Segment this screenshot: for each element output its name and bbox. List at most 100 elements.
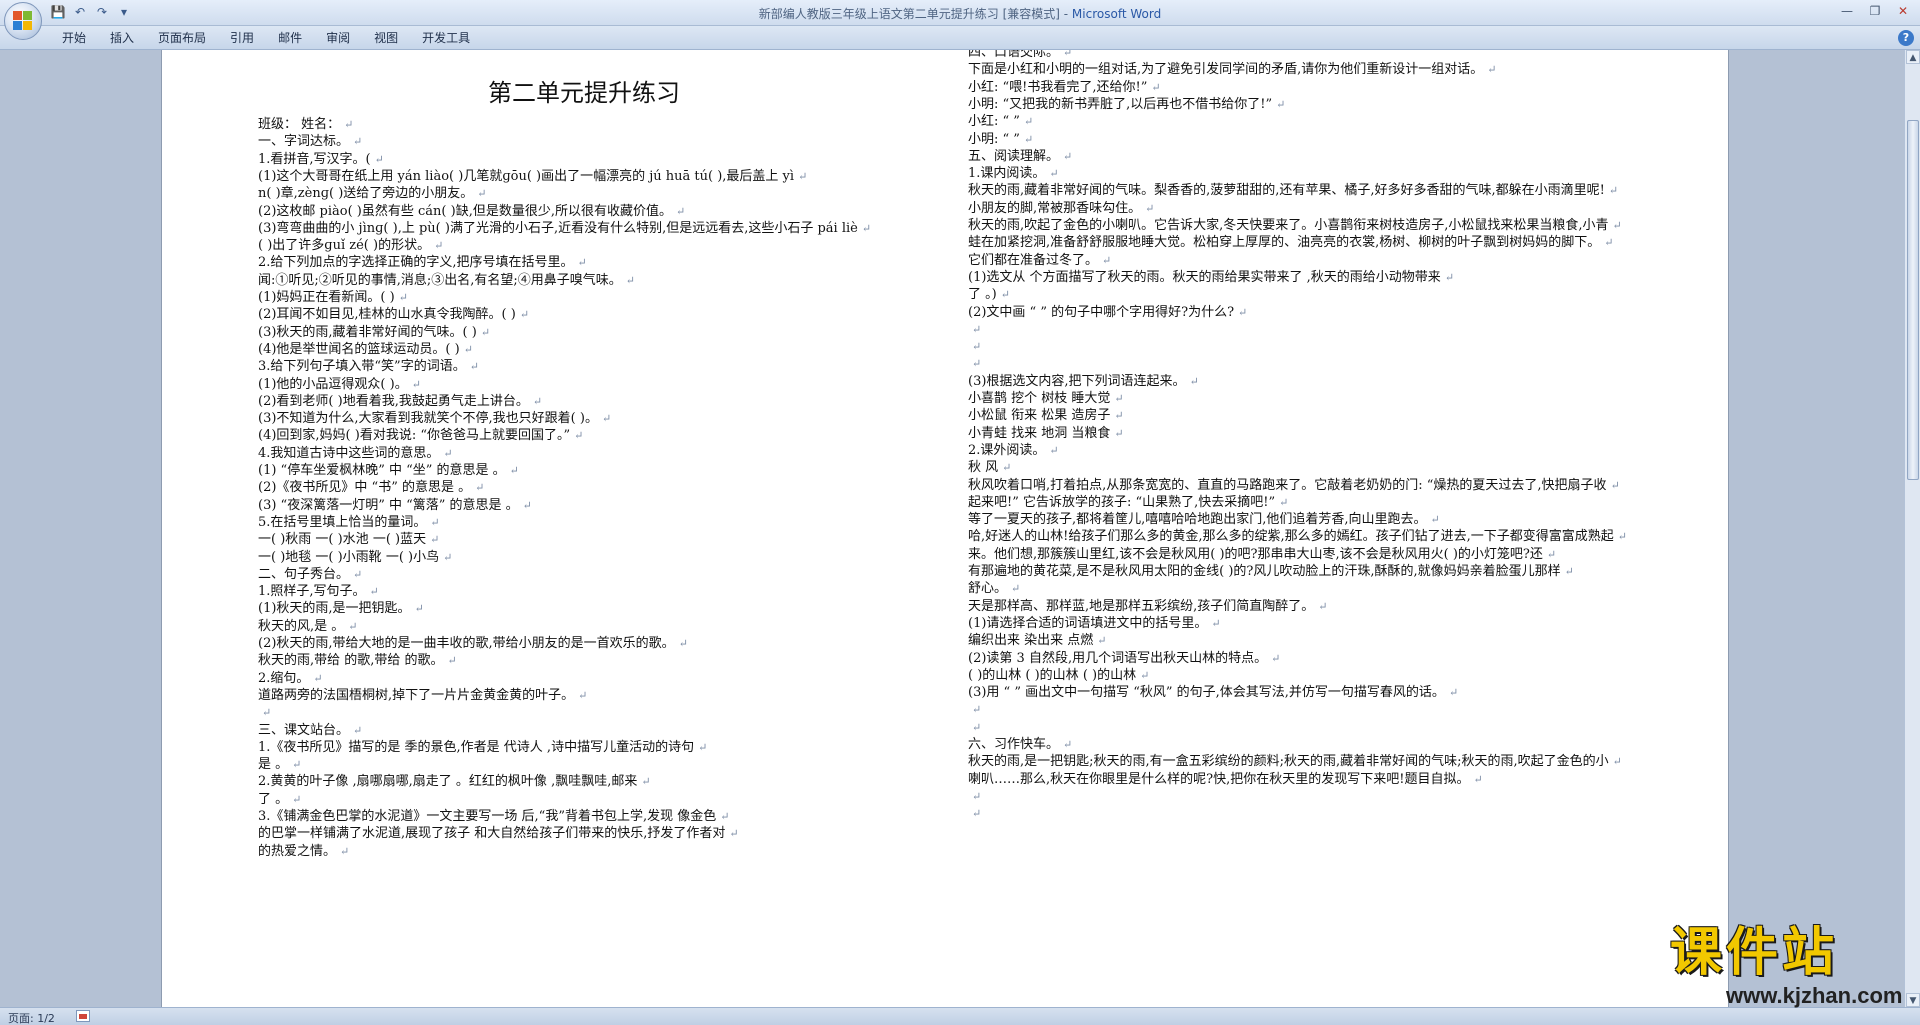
text-line: 小青蛙 找来 地洞 当粮食 ↵ <box>968 425 1124 443</box>
text-line: (2)文中画 “ ” 的句子中哪个字用得好?为什么? ↵ <box>968 304 1247 322</box>
text-line: 5.在括号里填上恰当的量词。 ↵ <box>258 514 440 532</box>
line-text: (4)回到家,妈妈( )看对我说: “你爸爸马上就要回国了。” <box>258 428 571 444</box>
watermark-title: 课件站 <box>1670 923 1839 983</box>
text-line: 小松鼠 衔来 松果 造房子 ↵ <box>968 407 1124 425</box>
paragraph-mark-icon: ↵ <box>1604 236 1614 250</box>
text-line: 五、阅读理解。 ↵ <box>968 148 1072 166</box>
paragraph-mark-icon: ↵ <box>447 654 457 668</box>
paragraph-mark-icon: ↵ <box>463 342 473 356</box>
ribbon-bar: 开始 插入 页面布局 引用 邮件 审阅 视图 开发工具 ? <box>0 26 1920 50</box>
paragraph-mark-icon: ↵ <box>972 789 982 803</box>
line-text: (2)文中画 “ ” 的句子中哪个字用得好?为什么? <box>968 304 1235 320</box>
paragraph-mark-icon: ↵ <box>972 807 982 821</box>
text-line: (1) “停车坐爱枫林晚” 中 “坐” 的意思是 。 ↵ <box>258 462 519 480</box>
document-page[interactable]: 第二单元提升练习 班级： 姓名： ↵ 一、字词达标。 ↵ 1.看拼音,写汉字。(↵ (1)… <box>161 50 1729 1007</box>
proofing-icon[interactable] <box>76 1010 90 1022</box>
line-text: (2)《夜书所见》中 “书” 的意思是 。 <box>258 480 472 496</box>
text-line: 秋天的雨,吹起了金色的小喇叭。它告诉大家,冬天快要来了。小喜鹊衔来树枝造房子,小… <box>968 217 1622 235</box>
line-text: 小松鼠 衔来 松果 造房子 <box>968 408 1111 424</box>
tab-3[interactable]: 引用 <box>218 30 266 46</box>
tab-7[interactable]: 开发工具 <box>410 30 482 46</box>
paragraph-mark-icon: ↵ <box>1002 461 1012 475</box>
paragraph-mark-icon: ↵ <box>353 135 363 149</box>
text-line: 小明: “又把我的新书弄脏了,以后再也不借书给你了!” ↵ <box>968 96 1285 114</box>
paragraph-mark-icon: ↵ <box>443 446 453 460</box>
paragraph-mark-icon: ↵ <box>434 239 444 253</box>
paragraph-mark-icon: ↵ <box>698 740 708 754</box>
line-text: 1.课内阅读。 <box>968 166 1046 182</box>
line-text: (1)选文从 个方面描写了秋天的雨。秋天的雨给果实带来了 ,秋天的雨给小动物带来 <box>968 269 1441 285</box>
text-line: (3)根据选文内容,把下列词语连起来。 ↵ <box>968 373 1199 391</box>
line-text: (2)耳闻不如目见,桂林的山水真令我陶醉。( ) <box>258 307 516 323</box>
tab-2[interactable]: 页面布局 <box>146 30 218 46</box>
paragraph-mark-icon: ↵ <box>1023 132 1034 146</box>
tab-5[interactable]: 审阅 <box>314 30 362 46</box>
paragraph-mark-icon: ↵ <box>1473 772 1483 786</box>
line-text: (4)他是举世闻名的篮球运动员。( ) <box>258 341 460 357</box>
tab-4[interactable]: 邮件 <box>266 30 314 46</box>
scroll-up-arrow-icon[interactable]: ▲ <box>1906 50 1920 64</box>
paragraph-mark-icon: ↵ <box>1448 686 1459 700</box>
page-count[interactable]: 页面: 1/2 <box>8 1010 55 1025</box>
text-line: (1)秋天的雨,是一把钥匙。 ↵ <box>258 600 424 618</box>
text-line: 起来吧!” 它告诉放学的孩子: “山果熟了,快去采摘吧!” ↵ <box>968 494 1288 512</box>
line-text: 秋天的雨,吹起了金色的小喇叭。它告诉大家,冬天快要来了。小喜鹊衔来树枝造房子,小… <box>968 218 1609 233</box>
line-text: 闻:①听见;②听见的事情,消息;③出名,有名望;④用鼻子嗅气味。 <box>258 272 622 288</box>
paragraph-mark-icon: ↵ <box>430 533 440 547</box>
paragraph-mark-icon: ↵ <box>340 844 350 858</box>
tab-0[interactable]: 开始 <box>50 30 98 46</box>
paragraph-mark-icon: ↵ <box>1097 634 1107 648</box>
text-line: 哈,好迷人的山林!给孩子们那么多的黄金,那么多的绽紫,那么多的嫣红。孩子们钻了进… <box>968 528 1627 546</box>
paragraph-mark-icon: ↵ <box>1279 495 1289 509</box>
paragraph-mark-icon: ↵ <box>1546 547 1557 561</box>
line-text: 下面是小红和小明的一组对话,为了避免引发同学间的矛盾,请你为他们重新设计一组对话… <box>968 62 1484 78</box>
paragraph-mark-icon: ↵ <box>477 187 487 201</box>
paragraph-mark-icon: ↵ <box>443 550 453 564</box>
help-icon[interactable]: ? <box>1898 30 1914 46</box>
text-line: 舒心。 ↵ <box>968 580 1020 598</box>
paragraph-mark-icon: ↵ <box>1608 184 1619 198</box>
text-line: 道路两旁的法国梧桐树,掉下了一片片金黄金黄的叶子。 ↵ <box>258 687 587 705</box>
vertical-scrollbar[interactable]: ▲ ▼ <box>1904 50 1920 1007</box>
tab-6[interactable]: 视图 <box>362 30 410 46</box>
minimize-button[interactable]: — <box>1834 2 1860 20</box>
watermark-logo: 课件站 www.kjzhan.com <box>1670 923 1920 1008</box>
line-text: 来。他们想,那簇簇山里红,该不会是秋风用( )的吧?那串串大山枣,该不会是秋风用… <box>968 546 1543 562</box>
text-line: (2)秋天的雨,带给大地的是一曲丰收的歌,带给小朋友的是一首欢乐的歌。 ↵ <box>258 635 688 653</box>
line-text: 秋天的雨,藏着非常好闻的气味。梨香香的,菠萝甜甜的,还有苹果、橘子,好多好多香甜… <box>968 183 1605 199</box>
paragraph-mark-icon: ↵ <box>601 412 612 426</box>
line-text: 起来吧!” 它告诉放学的孩子: “山果熟了,快去采摘吧!” <box>968 494 1276 510</box>
line-text: 它们都在准备过冬了。 <box>968 252 1099 268</box>
line-text: 五、阅读理解。 <box>968 148 1060 164</box>
text-line: 2.课外阅读。 ↵ <box>968 442 1059 460</box>
line-text: 是 。 <box>258 757 289 773</box>
paragraph-mark-icon: ↵ <box>972 340 982 354</box>
text-line: n( )章,zènɡ( )送给了旁边的小朋友。 ↵ <box>258 185 487 203</box>
text-line: (3)秋天的雨,藏着非常好闻的气味。( ) ↵ <box>258 324 490 342</box>
line-text: 一( )秋雨 一( )水池 一( )蓝天 <box>258 532 427 548</box>
paragraph-mark-icon: ↵ <box>1444 270 1455 284</box>
text-line: 秋 风 ↵ <box>968 459 1011 477</box>
line-text: 二、句子秀台。 <box>258 566 350 582</box>
text-line: (1)妈妈正在看新闻。( ) ↵ <box>258 289 408 307</box>
text-line: 1.照样子,写句子。 ↵ <box>258 583 379 601</box>
text-line: 编织出来 染出来 点燃 ↵ <box>968 632 1106 650</box>
paragraph-mark-icon: ↵ <box>972 322 982 336</box>
line-text: 等了一夏天的孩子,都将着筐儿,嘻嘻哈哈地跑出家门,他们追着芳香,向山里跑去。 <box>968 512 1427 528</box>
line-text: 3.给下列句子填入带“笑”字的词语。 <box>258 359 466 375</box>
scroll-thumb[interactable] <box>1907 120 1919 480</box>
line-text: 秋天的雨,带给 的歌,带给 的歌。 <box>258 653 444 669</box>
text-line: 有那遍地的黄花菜,是不是秋风用太阳的金线( )的?风儿吹动脸上的汗珠,酥酥的,就… <box>968 563 1574 581</box>
office-button[interactable] <box>4 2 42 40</box>
text-line: 蛙在加紧挖洞,准备舒舒服服地睡大觉。松柏穿上厚厚的、油亮亮的衣裳,杨树、柳树的叶… <box>968 234 1613 252</box>
maximize-button[interactable]: ❐ <box>1862 2 1888 20</box>
tab-1[interactable]: 插入 <box>98 30 146 46</box>
close-button[interactable]: ✕ <box>1890 2 1916 20</box>
paragraph-mark-icon: ↵ <box>480 325 491 339</box>
line-text: (3)不知道为什么,大家看到我就笑个不停,我也只好跟着( )。 <box>258 411 598 427</box>
text-line: 2.缩句。 ↵ <box>258 670 323 688</box>
paragraph-mark-icon: ↵ <box>1102 253 1112 267</box>
line-text: 5.在括号里填上恰当的量词。 <box>258 514 427 530</box>
text-line: 秋天的雨,藏着非常好闻的气味。梨香香的,菠萝甜甜的,还有苹果、橘子,好多好多香甜… <box>968 182 1618 200</box>
line-text: (1)请选择合适的词语填进文中的括号里。 <box>968 615 1208 631</box>
